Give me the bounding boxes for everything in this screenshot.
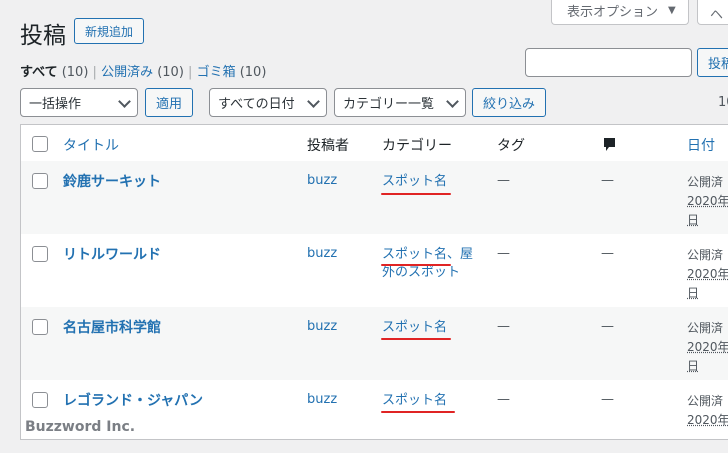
post-date: 公開済 2020年 日: [687, 321, 728, 373]
red-underline-annotation: [381, 193, 451, 195]
row-checkbox[interactable]: [32, 246, 48, 262]
red-underline-annotation: [381, 338, 451, 340]
triangle-down-icon: ▼: [668, 4, 676, 16]
post-title-link[interactable]: 名古屋市科学館: [63, 317, 161, 337]
post-comments: —: [601, 173, 614, 188]
chevron-down-icon: [118, 94, 131, 108]
comment-bubble-icon[interactable]: [603, 137, 616, 156]
post-comments: —: [601, 246, 614, 261]
search-posts-button[interactable]: 投稿: [697, 48, 728, 77]
column-categories: カテゴリー: [382, 138, 452, 154]
date-filter-select[interactable]: すべての日付: [209, 88, 327, 117]
row-checkbox[interactable]: [32, 319, 48, 335]
filter-all[interactable]: すべて (10): [20, 65, 88, 80]
column-tags: タグ: [497, 138, 525, 154]
row-checkbox[interactable]: [32, 392, 48, 408]
select-all-checkbox[interactable]: [32, 136, 48, 152]
post-author-link[interactable]: buzz: [307, 319, 337, 334]
red-underline-annotation: [381, 411, 455, 413]
red-underline-annotation: [381, 264, 451, 266]
post-category-link[interactable]: スポット名: [382, 319, 447, 337]
category-filter-select[interactable]: カテゴリー一覧: [334, 88, 466, 117]
post-tags: —: [497, 246, 510, 261]
column-title[interactable]: タイトル: [63, 135, 119, 155]
table-header: タイトル 投稿者 カテゴリー タグ 日付: [21, 125, 728, 162]
filter-trash[interactable]: ゴミ箱 (10): [197, 65, 267, 80]
post-tags: —: [497, 173, 510, 188]
help-tab[interactable]: ヘ: [697, 0, 728, 25]
post-title-link[interactable]: リトルワールド: [63, 244, 161, 264]
table-row: 名古屋市科学館 buzz スポット名 — — 公開済 2020年 日: [21, 307, 728, 380]
screen-options-tab[interactable]: 表示オプション ▼: [551, 0, 689, 25]
post-date: 公開済 2020年 日: [687, 248, 728, 300]
post-tags: —: [497, 392, 510, 407]
post-author-link[interactable]: buzz: [307, 392, 337, 407]
bulk-action-select[interactable]: 一括操作: [20, 88, 138, 117]
post-title-link[interactable]: 鈴鹿サーキット: [63, 171, 161, 191]
page-title: 投稿: [20, 23, 66, 49]
post-author-link[interactable]: buzz: [307, 246, 337, 261]
posts-table: タイトル 投稿者 カテゴリー タグ 日付 鈴鹿サーキット buzz スポット名 …: [20, 124, 728, 440]
screen-options-label: 表示オプション: [567, 4, 659, 20]
column-date[interactable]: 日付: [687, 135, 715, 155]
help-label: ヘ: [710, 8, 724, 23]
post-author-link[interactable]: buzz: [307, 173, 337, 188]
apply-button[interactable]: 適用: [145, 88, 193, 117]
add-new-button[interactable]: 新規追加: [74, 18, 144, 44]
filter-button[interactable]: 絞り込み: [472, 88, 546, 117]
filter-published[interactable]: 公開済み (10): [101, 65, 184, 80]
chevron-down-icon: [446, 94, 459, 108]
row-checkbox[interactable]: [32, 173, 48, 189]
column-author: 投稿者: [307, 138, 349, 154]
post-category-link[interactable]: スポット名: [382, 392, 447, 410]
post-comments: —: [601, 392, 614, 407]
chevron-down-icon: [307, 94, 320, 108]
table-row: リトルワールド buzz スポット名、屋 外のスポット — — 公開済 2020…: [21, 234, 728, 307]
search-input[interactable]: [525, 48, 692, 77]
watermark: Buzzword Inc.: [25, 419, 136, 435]
post-date: 公開済 2020年 日: [687, 175, 728, 227]
items-count: 10: [718, 95, 728, 110]
post-date: 公開済 2020年: [687, 394, 728, 427]
post-category-link[interactable]: スポット名: [382, 173, 447, 191]
status-filters: すべて (10) | 公開済み (10) | ゴミ箱 (10): [20, 65, 267, 80]
table-row: レゴランド・ジャパン buzz スポット名 — — 公開済 2020年: [21, 380, 728, 453]
post-title-link[interactable]: レゴランド・ジャパン: [63, 390, 203, 410]
table-row: 鈴鹿サーキット buzz スポット名 — — 公開済 2020年 日: [21, 161, 728, 234]
post-comments: —: [601, 319, 614, 334]
post-tags: —: [497, 319, 510, 334]
